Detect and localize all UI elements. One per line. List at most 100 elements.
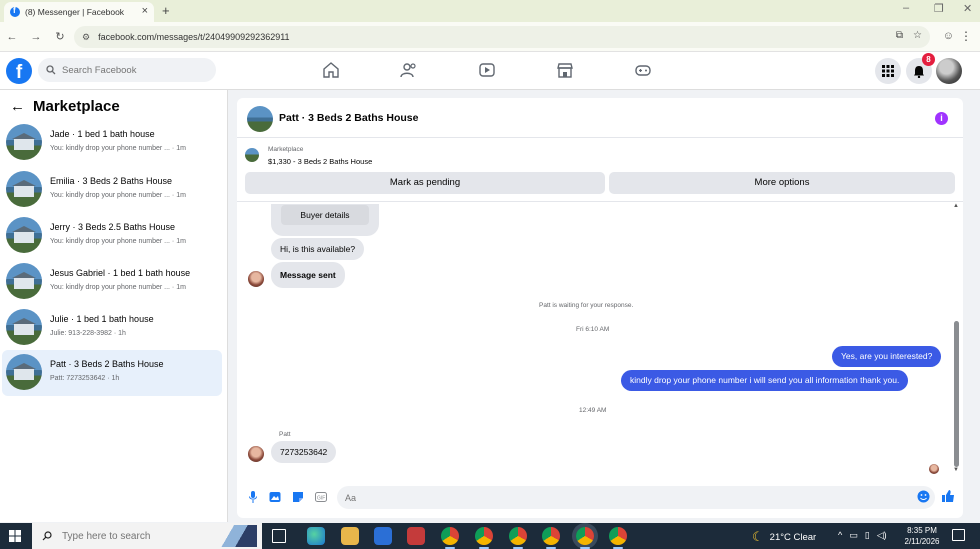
battery-icon[interactable]: ▯ xyxy=(865,530,870,541)
thumbs-up-icon[interactable] xyxy=(941,489,955,503)
weather-widget[interactable]: ☾ 21°C Clear xyxy=(752,529,816,545)
listing-thumbnail xyxy=(6,309,42,345)
microphone-icon[interactable] xyxy=(249,491,257,503)
forward-arrow-icon[interactable]: → xyxy=(24,31,48,43)
video-nav-button[interactable] xyxy=(478,62,556,78)
listing-thumbnail xyxy=(245,148,259,162)
file-explorer-icon[interactable] xyxy=(341,527,359,545)
bell-icon xyxy=(914,65,924,78)
conversation-item[interactable]: Emilia · 3 Beds 2 Baths House You: kindl… xyxy=(2,167,222,213)
message-bubble-outgoing: kindly drop your phone number i will sen… xyxy=(621,370,909,391)
browser-tab[interactable]: (8) Messenger | Facebook × xyxy=(4,2,154,22)
address-bar[interactable]: ⚙ facebook.com/messages/t/24049909292362… xyxy=(74,26,930,48)
conversation-name: Emilia · 3 Beds 2 Baths House xyxy=(50,176,173,186)
maximize-icon[interactable]: ❐ xyxy=(934,2,944,15)
conversation-name: Patt · 3 Beds 2 Baths House xyxy=(50,359,164,369)
facebook-favicon-icon xyxy=(10,6,20,17)
timestamp: 12:49 AM xyxy=(579,407,607,414)
back-arrow-icon[interactable]: ← xyxy=(10,98,25,115)
edge-browser-icon[interactable] xyxy=(307,527,325,545)
sender-name: Patt xyxy=(279,431,291,438)
chat-panel: Patt · 3 Beds 2 Baths House i Marketplac… xyxy=(237,98,963,518)
cast-icon[interactable]: ⧉ xyxy=(896,30,903,41)
conversation-item[interactable]: Jade · 1 bed 1 bath house You: kindly dr… xyxy=(2,120,222,166)
marketplace-nav-button[interactable] xyxy=(556,62,634,78)
facebook-search[interactable] xyxy=(38,58,216,82)
emoji-icon[interactable] xyxy=(917,490,930,503)
profile-avatar[interactable] xyxy=(936,58,962,84)
chrome-icon[interactable] xyxy=(609,527,627,549)
browser-profile-icon[interactable]: ☺ xyxy=(943,30,954,42)
scrollbar-thumb[interactable] xyxy=(954,321,959,467)
message-bubble-incoming: 7273253642 xyxy=(271,441,337,463)
listing-thumbnail xyxy=(6,171,42,207)
scroll-down-icon[interactable]: ▼ xyxy=(953,467,959,473)
taskbar-clock[interactable]: 8:35 PM 2/11/2026 xyxy=(900,525,944,547)
task-view-icon[interactable] xyxy=(272,529,286,543)
message-text: Message sent xyxy=(280,270,336,280)
back-arrow-icon[interactable]: ← xyxy=(0,31,24,43)
facebook-logo-icon[interactable]: f xyxy=(6,58,32,84)
chat-header: Patt · 3 Beds 2 Baths House i xyxy=(237,98,963,138)
home-nav-button[interactable] xyxy=(322,62,400,78)
reload-icon[interactable]: ↻ xyxy=(48,30,72,43)
minimize-icon[interactable]: – xyxy=(903,2,909,14)
browser-menu-icon[interactable]: ⋮ xyxy=(960,29,972,43)
gaming-nav-button[interactable] xyxy=(634,62,712,78)
new-tab-icon[interactable]: + xyxy=(162,3,170,18)
mark-as-pending-button[interactable]: Mark as pending xyxy=(245,172,605,194)
sticker-icon[interactable] xyxy=(292,491,304,503)
friends-nav-button[interactable] xyxy=(400,62,478,78)
conversation-item[interactable]: Julie · 1 bed 1 bath house Julie: 913-22… xyxy=(2,305,222,351)
notification-center-icon[interactable] xyxy=(952,529,965,541)
app-icon[interactable] xyxy=(407,527,425,545)
chrome-icon[interactable] xyxy=(509,527,527,549)
clock-time: 8:35 PM xyxy=(907,526,937,535)
marketplace-icon xyxy=(557,63,573,78)
chat-title[interactable]: Patt · 3 Beds 2 Baths House xyxy=(279,112,418,124)
message-input[interactable] xyxy=(337,486,935,509)
sidebar-header: ← Marketplace xyxy=(10,98,120,115)
patt-avatar[interactable] xyxy=(248,446,264,462)
url-text: facebook.com/messages/t/2404990929236291… xyxy=(98,32,290,42)
windows-start-icon[interactable] xyxy=(9,530,21,542)
windows-taskbar: ☾ 21°C Clear ^ ▭ ▯ ◁) 8:35 PM 2/11/2026 xyxy=(0,523,980,549)
seen-avatar xyxy=(929,464,939,474)
site-settings-icon[interactable]: ⚙ xyxy=(82,32,90,43)
volume-icon[interactable]: ◁) xyxy=(877,530,887,541)
info-icon[interactable]: i xyxy=(935,112,948,125)
chrome-icon[interactable] xyxy=(441,527,459,549)
friends-icon xyxy=(400,63,416,78)
network-icon[interactable]: ▭ xyxy=(849,530,858,541)
conversation-item[interactable]: Jesus Gabriel · 1 bed 1 bath house You: … xyxy=(2,259,222,305)
tray-chevron-icon[interactable]: ^ xyxy=(838,530,842,541)
search-input[interactable] xyxy=(62,64,202,76)
tab-title: (8) Messenger | Facebook xyxy=(25,7,125,17)
conversation-preview: You: kindly drop your phone number ... ·… xyxy=(50,238,186,245)
listing-detail: $1,330 - 3 Beds 2 Baths House xyxy=(268,157,373,166)
buyer-details-button[interactable]: Buyer details xyxy=(281,205,369,225)
patt-avatar[interactable] xyxy=(248,271,264,287)
chrome-icon[interactable] xyxy=(576,527,594,549)
conversation-item[interactable]: Jerry · 3 Beds 2.5 Baths House You: kind… xyxy=(2,213,222,259)
chrome-icon[interactable] xyxy=(475,527,493,549)
chat-listing-thumbnail[interactable] xyxy=(247,106,273,132)
message-composer: GIF xyxy=(237,485,963,513)
more-options-button[interactable]: More options xyxy=(609,172,955,194)
video-icon xyxy=(479,63,495,77)
window-close-icon[interactable]: ✕ xyxy=(963,2,972,15)
conversation-preview: You: kindly drop your phone number ... ·… xyxy=(50,192,186,199)
scroll-up-icon[interactable]: ▲ xyxy=(953,203,959,209)
menu-grid-button[interactable] xyxy=(875,58,901,84)
conversation-item-active[interactable]: Patt · 3 Beds 2 Baths House Patt: 727325… xyxy=(2,350,222,396)
taskbar-search-input[interactable] xyxy=(62,530,202,542)
timestamp: Fri 6:10 AM xyxy=(576,326,610,333)
home-icon xyxy=(323,62,339,78)
bookmark-star-icon[interactable]: ☆ xyxy=(913,30,922,41)
photo-icon[interactable] xyxy=(269,491,281,503)
tab-close-icon[interactable]: × xyxy=(142,5,148,17)
chat-scrollbar[interactable]: ▲ ▼ xyxy=(953,203,961,475)
store-icon[interactable] xyxy=(374,527,392,545)
gif-icon[interactable]: GIF xyxy=(315,491,327,503)
chrome-icon[interactable] xyxy=(542,527,560,549)
